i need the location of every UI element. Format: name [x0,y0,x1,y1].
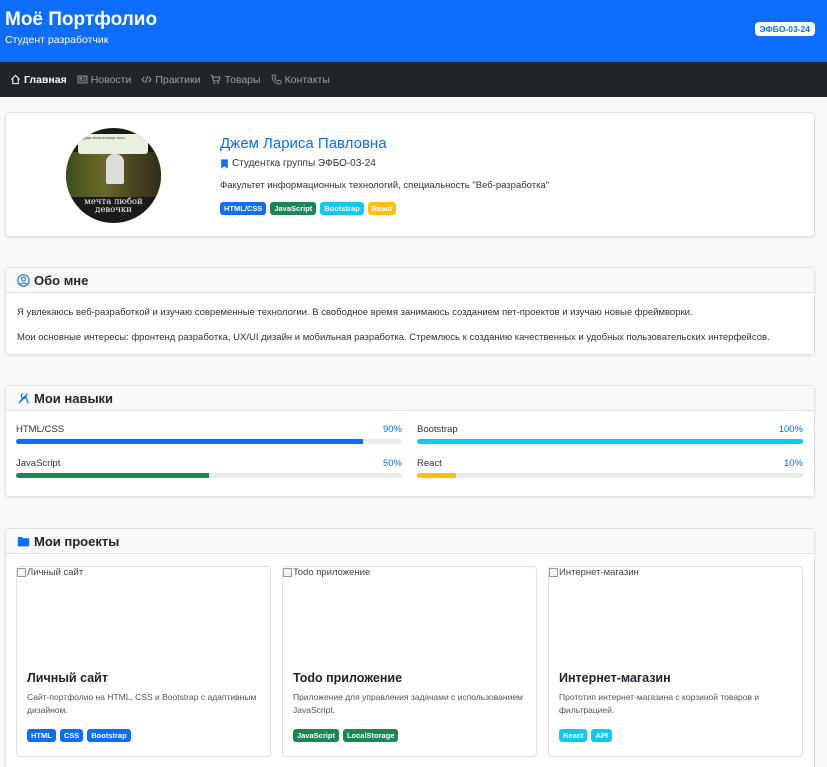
cart-icon [211,74,222,84]
skill-row: Bootstrap 100% [417,424,803,444]
user-circle-icon [17,273,30,287]
progress-track [417,473,803,478]
progress-track [16,439,402,444]
nav-item-home[interactable]: Главная [10,74,67,86]
about-title: Обо мне [34,272,89,288]
project-title: Todo приложение [293,671,403,685]
progress-fill [417,473,456,478]
about-paragraph-1: Я увлекаюсь веб-разработкой и изучаю сов… [17,307,693,318]
project-tag: Bootstrap [87,729,131,742]
skill-tag: JavaScript [270,202,317,215]
nav-item-products[interactable]: Товары [210,73,261,86]
project-card[interactable]: Todo приложение Todo приложение Приложен… [282,566,537,757]
profile-card: Бурда знаю кольце есть мечта любой девоч… [5,112,815,237]
project-tags: HTML CSS Bootstrap [27,729,131,742]
skill-percent: 50% [382,458,402,469]
profile-tags: HTML/CSS JavaScript Bootstrap React [220,202,397,215]
projects-card: Мои проекты Личный сайт Личный сайт Сайт… [5,528,815,767]
about-paragraph-2: Мои основные интересы: фронтенд разработ… [17,332,770,343]
nav-label-practice: Практики [155,73,201,86]
projects-title: Мои проекты [34,533,120,549]
about-card: Обо мне Я увлекаюсь веб-разработкой и из… [5,267,815,355]
progress-fill [16,439,364,444]
broken-image-icon [549,568,558,577]
broken-image-icon [17,568,26,577]
progress-fill [417,439,803,444]
skill-percent: 90% [382,424,402,435]
project-description: Приложение для управления задачами с исп… [293,692,523,715]
skills-card: Мои навыки HTML/CSS 90% Bootstrap 100% J… [5,385,815,497]
site-header: Моё Портфолио Студент разработчик ЭФБО-0… [0,0,827,62]
project-image: Todo приложение [283,567,370,578]
avatar: Бурда знаю кольце есть мечта любой девоч… [66,128,161,223]
newspaper-icon [77,75,88,84]
skill-name: Bootstrap [417,424,458,435]
skills-header: Мои навыки [6,386,814,411]
nav-item-news[interactable]: Новости [77,73,132,86]
project-description: Прототип интернет-магазина с корзиной то… [559,692,760,715]
about-header: Обо мне [6,268,814,293]
skill-tag: HTML/CSS [220,202,267,215]
skill-tag: React [367,202,397,215]
skill-percent: 100% [778,424,803,435]
skill-percent: 10% [783,458,803,469]
nav-item-contacts[interactable]: Контакты [271,74,330,86]
code-icon [141,75,152,84]
skill-name: React [417,458,442,469]
profile-faculty: Факультет информационных технологий, спе… [220,180,550,191]
nav-label-products: Товары [224,73,261,86]
main-nav: Главная Новости Практики Товары Контакты [0,62,827,97]
site-title[interactable]: Моё Портфолио [5,9,157,31]
project-image-alt: Todo приложение [293,567,371,578]
project-card[interactable]: Интернет-магазин Интернет-магазин Протот… [548,566,803,757]
progress-track [417,439,803,444]
projects-header: Мои проекты [6,529,814,554]
profile-name: Джем Лариса Павловна [220,135,387,152]
project-image-alt: Интернет-магазин [559,567,639,578]
project-tag: API [591,729,612,742]
project-image-alt: Личный сайт [27,567,84,578]
site-subtitle: Студент разработчик [5,34,109,46]
skill-name: JavaScript [16,458,61,469]
avatar-figure [106,154,124,184]
progress-fill [16,473,209,478]
project-tag: JavaScript [293,729,339,742]
phone-icon [271,74,281,85]
skill-row: React 10% [417,458,803,478]
project-tag: LocalStorage [342,729,399,742]
project-tags: JavaScript LocalStorage [293,729,399,742]
folder-icon [17,536,30,546]
project-tag: CSS [59,729,84,742]
avatar-caption: мечта любой девочки [84,197,143,215]
project-title: Интернет-магазин [559,671,671,685]
progress-track [16,473,402,478]
skill-row: JavaScript 50% [16,458,402,478]
nav-item-practice[interactable]: Практики [141,74,200,86]
project-image: Личный сайт [17,567,83,578]
nav-label-news: Новости [90,73,132,86]
project-tag: React [559,729,588,742]
skill-name: HTML/CSS [16,424,65,435]
home-icon [11,74,20,85]
skill-tag: Bootstrap [320,202,364,215]
tools-icon [18,392,29,404]
skill-row: HTML/CSS 90% [16,424,402,444]
profile-group: Студентка группы ЭФБО-03-24 [220,158,376,169]
project-tags: React API [559,729,612,742]
project-image: Интернет-магазин [549,567,639,578]
project-card[interactable]: Личный сайт Личный сайт Сайт-портфолио н… [16,566,271,757]
nav-label-home: Главная [24,73,67,86]
nav-label-contacts: Контакты [284,73,330,86]
broken-image-icon [283,568,292,577]
project-title: Личный сайт [27,671,108,685]
project-tag: HTML [27,729,56,742]
avatar-top-text: Бурда знаю кольце есть [78,134,148,154]
group-badge: ЭФБО-03-24 [754,22,815,36]
skills-title: Мои навыки [34,390,114,406]
project-description: Сайт-портфолио на HTML, CSS и Bootstrap … [27,692,257,715]
profile-group-text: Студентка группы ЭФБО-03-24 [232,158,376,169]
bookmark-icon [221,158,228,169]
